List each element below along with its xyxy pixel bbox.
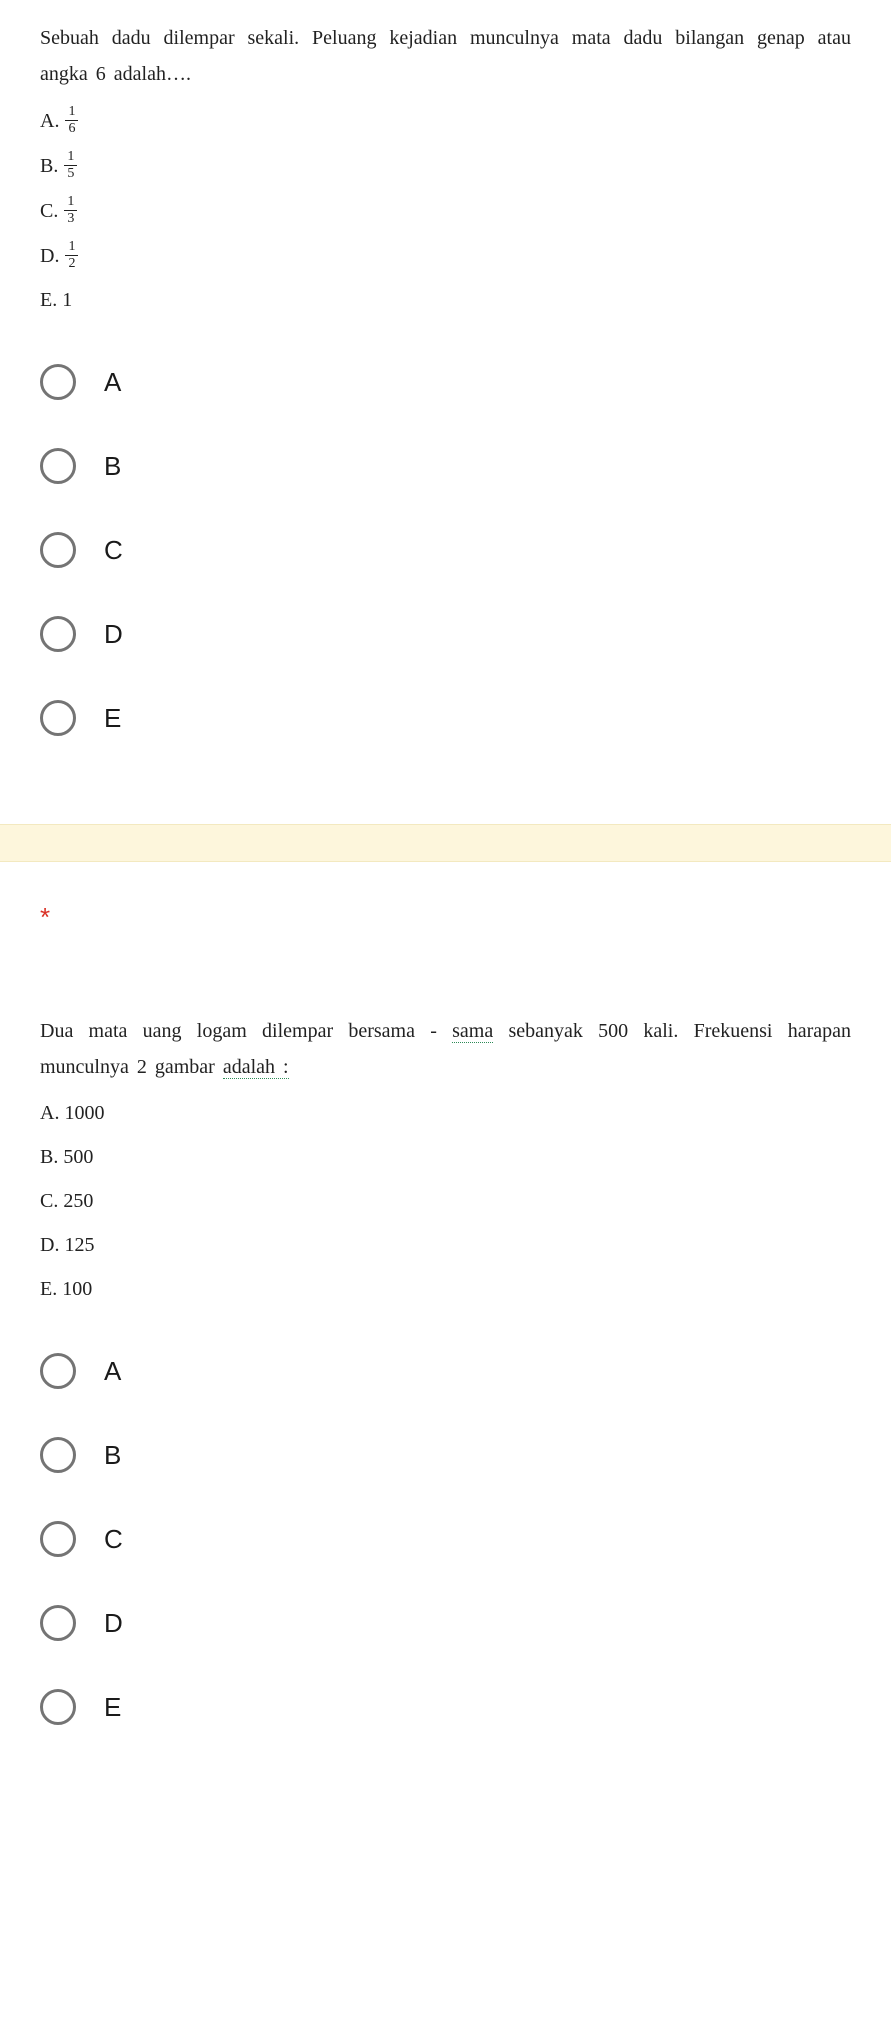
q2-underline-sama: sama [452, 1020, 493, 1043]
radio-label: D [104, 1608, 123, 1639]
q2-text-part1: Dua mata uang logam dilempar bersama - [40, 1020, 452, 1042]
radio-icon [40, 448, 76, 484]
frac-num: 1 [64, 194, 77, 211]
q2-option-A: A. 1000 [40, 1097, 851, 1129]
frac-den: 5 [64, 166, 77, 182]
frac-den: 6 [65, 121, 78, 137]
fraction-B: 1 5 [64, 149, 77, 182]
radio-label: B [104, 1440, 121, 1471]
q2-radio-D[interactable]: D [40, 1605, 851, 1641]
q2-radio-A[interactable]: A [40, 1353, 851, 1389]
q1-radio-A[interactable]: A [40, 364, 851, 400]
q1-D-prefix: D. [40, 240, 59, 272]
frac-den: 3 [64, 211, 77, 227]
radio-icon [40, 700, 76, 736]
q2-radio-E[interactable]: E [40, 1689, 851, 1725]
q2-underline-adalah: adalah : [223, 1056, 289, 1079]
question-2: Dua mata uang logam dilempar bersama - s… [0, 993, 891, 1813]
radio-icon [40, 1437, 76, 1473]
frac-den: 2 [65, 256, 78, 272]
q1-radio-D[interactable]: D [40, 616, 851, 652]
q1-option-A: A. 1 6 [40, 104, 851, 137]
radio-label: A [104, 1356, 121, 1387]
fraction-C: 1 3 [64, 194, 77, 227]
question-1: Sebuah dadu dilempar sekali. Peluang kej… [0, 0, 891, 824]
section-divider [0, 824, 891, 862]
q1-radio-group: A B C D E [40, 364, 851, 736]
radio-icon [40, 1521, 76, 1557]
question-2-wrapper: * Dua mata uang logam dilempar bersama -… [0, 862, 891, 1813]
q1-A-prefix: A. [40, 105, 59, 137]
q1-B-prefix: B. [40, 150, 58, 182]
radio-label: C [104, 1524, 123, 1555]
question-2-text: Dua mata uang logam dilempar bersama - s… [40, 1013, 851, 1085]
q1-radio-B[interactable]: B [40, 448, 851, 484]
q2-option-D: D. 125 [40, 1229, 851, 1261]
radio-icon [40, 1605, 76, 1641]
radio-label: A [104, 367, 121, 398]
frac-num: 1 [64, 149, 77, 166]
fraction-D: 1 2 [65, 239, 78, 272]
q2-radio-group: A B C D E [40, 1353, 851, 1725]
radio-icon [40, 532, 76, 568]
q2-option-B: B. 500 [40, 1141, 851, 1173]
required-asterisk: * [0, 862, 891, 933]
q2-option-C: C. 250 [40, 1185, 851, 1217]
q2-radio-C[interactable]: C [40, 1521, 851, 1557]
q1-radio-C[interactable]: C [40, 532, 851, 568]
radio-icon [40, 1353, 76, 1389]
q2-radio-B[interactable]: B [40, 1437, 851, 1473]
radio-label: D [104, 619, 123, 650]
radio-icon [40, 364, 76, 400]
radio-icon [40, 616, 76, 652]
radio-label: C [104, 535, 123, 566]
frac-num: 1 [65, 104, 78, 121]
radio-label: E [104, 1692, 121, 1723]
q1-option-D: D. 1 2 [40, 239, 851, 272]
fraction-A: 1 6 [65, 104, 78, 137]
q1-C-prefix: C. [40, 195, 58, 227]
q1-option-E: E. 1 [40, 284, 851, 316]
q2-option-E: E. 100 [40, 1273, 851, 1305]
radio-label: E [104, 703, 121, 734]
radio-label: B [104, 451, 121, 482]
radio-icon [40, 1689, 76, 1725]
q1-option-C: C. 1 3 [40, 194, 851, 227]
question-1-text: Sebuah dadu dilempar sekali. Peluang kej… [40, 20, 851, 92]
q1-E-prefix: E. 1 [40, 284, 72, 316]
frac-num: 1 [65, 239, 78, 256]
q1-radio-E[interactable]: E [40, 700, 851, 736]
q1-option-B: B. 1 5 [40, 149, 851, 182]
